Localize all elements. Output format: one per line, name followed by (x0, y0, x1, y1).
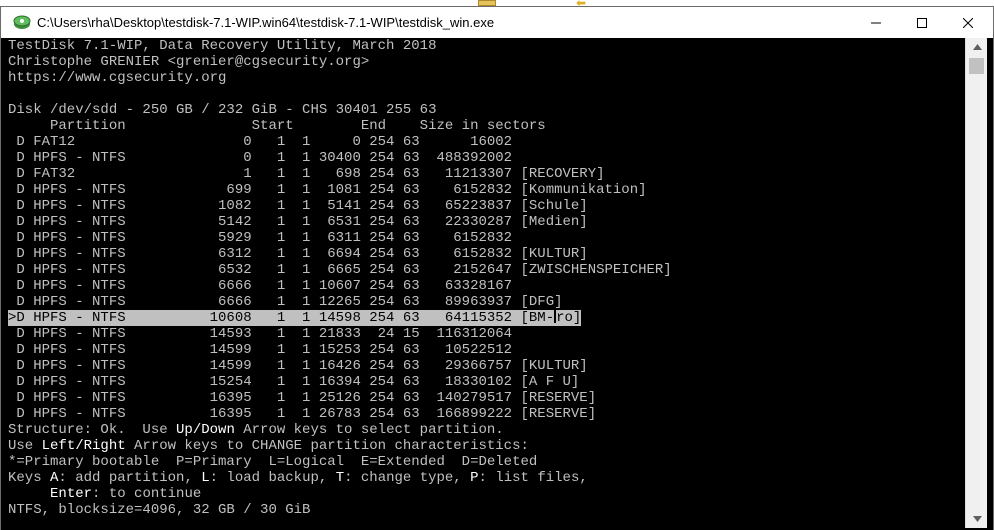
maximize-icon (917, 17, 927, 28)
partition-row[interactable]: D HPFS - NTFS 699 1 1 1081 254 63 615283… (8, 182, 646, 198)
close-icon (963, 17, 973, 28)
key-l[interactable]: L (201, 470, 209, 486)
close-button[interactable] (945, 7, 991, 38)
scroll-up-arrow-icon (972, 44, 982, 50)
key-t[interactable]: T (336, 470, 344, 486)
partition-row[interactable]: D HPFS - NTFS 15254 1 1 16394 254 63 183… (8, 374, 579, 390)
structure-status-line: Structure: Ok. Use Up/Down Arrow keys to… (8, 422, 504, 438)
up-down-key: Up/Down (176, 422, 235, 438)
partition-row[interactable]: D FAT32 1 1 1 698 254 63 11213307 [RECOV… (8, 166, 604, 182)
partition-row[interactable]: D HPFS - NTFS 14599 1 1 16426 254 63 293… (8, 358, 587, 374)
window-title: C:\Users\rha\Desktop\testdisk-7.1-WIP.wi… (37, 15, 495, 30)
partition-row[interactable]: D HPFS - NTFS 16395 1 1 26783 254 63 166… (8, 406, 596, 422)
enter-help-line: Enter: to continue (50, 486, 202, 502)
partition-row[interactable]: D HPFS - NTFS 6666 1 1 12265 254 63 8996… (8, 294, 562, 310)
console-output[interactable]: TestDisk 7.1-WIP, Data Recovery Utility,… (2, 38, 964, 528)
partition-row[interactable]: D HPFS - NTFS 6532 1 1 6665 254 63 21526… (8, 262, 671, 278)
partition-row[interactable]: D FAT12 0 1 1 0 254 63 16002 (8, 134, 512, 150)
vertical-scrollbar[interactable] (965, 38, 987, 528)
maximize-button[interactable] (899, 7, 945, 38)
disk-info: Disk /dev/sdd - 250 GB / 232 GiB - CHS 3… (8, 102, 437, 118)
partition-row[interactable]: D HPFS - NTFS 5142 1 1 6531 254 63 22330… (8, 214, 587, 230)
partition-row[interactable]: D HPFS - NTFS 0 1 1 30400 254 63 4883920… (8, 150, 512, 166)
partition-row[interactable]: D HPFS - NTFS 1082 1 1 5141 254 63 65223… (8, 198, 587, 214)
filesystem-status-line: NTFS, blocksize=4096, 32 GB / 30 GiB (8, 502, 311, 518)
partition-row[interactable]: D HPFS - NTFS 16395 1 1 25126 254 63 140… (8, 390, 596, 406)
title-bar[interactable]: C:\Users\rha\Desktop\testdisk-7.1-WIP.wi… (1, 6, 993, 38)
left-right-key: Left/Right (41, 438, 126, 454)
key-enter[interactable]: Enter (50, 486, 92, 502)
keys-help-line: Keys A: add partition, L: load backup, T… (8, 470, 588, 486)
testdisk-app-icon[interactable] (13, 14, 31, 30)
scrollbar-thumb[interactable] (969, 58, 984, 74)
partition-row[interactable]: D HPFS - NTFS 14593 1 1 21833 24 15 1163… (8, 326, 512, 342)
partition-row[interactable]: D HPFS - NTFS 5929 1 1 6311 254 63 61528… (8, 230, 512, 246)
left-right-help-line: Use Left/Right Arrow keys to CHANGE part… (8, 438, 529, 454)
partition-column-header: Partition Start End Size in sectors (8, 118, 546, 134)
partition-row[interactable]: D HPFS - NTFS 14599 1 1 15253 254 63 105… (8, 342, 512, 358)
partition-row-selected[interactable]: >D HPFS - NTFS 10608 1 1 14598 254 63 64… (8, 310, 582, 326)
minimize-button[interactable] (853, 7, 899, 38)
key-p[interactable]: P (470, 470, 478, 486)
partition-row[interactable]: D HPFS - NTFS 6666 1 1 10607 254 63 6332… (8, 278, 512, 294)
scroll-down-arrow-icon (972, 516, 982, 522)
partition-row[interactable]: D HPFS - NTFS 6312 1 1 6694 254 63 61528… (8, 246, 587, 262)
console-window: C:\Users\rha\Desktop\testdisk-7.1-WIP.wi… (0, 6, 994, 530)
selected-partition-text: >D HPFS - NTFS 10608 1 1 14598 254 63 64… (8, 310, 555, 326)
scroll-up-button[interactable] (966, 38, 988, 56)
selected-partition-tail: ro] (556, 310, 582, 326)
header-line-title: TestDisk 7.1-WIP, Data Recovery Utility,… (8, 38, 437, 54)
scroll-down-button[interactable] (966, 510, 988, 528)
partition-type-legend: *=Primary bootable P=Primary L=Logical E… (8, 454, 538, 470)
header-line-url: https://www.cgsecurity.org (8, 70, 227, 86)
header-line-author: Christophe GRENIER <grenier@cgsecurity.o… (8, 54, 370, 70)
minimize-icon (871, 22, 881, 23)
